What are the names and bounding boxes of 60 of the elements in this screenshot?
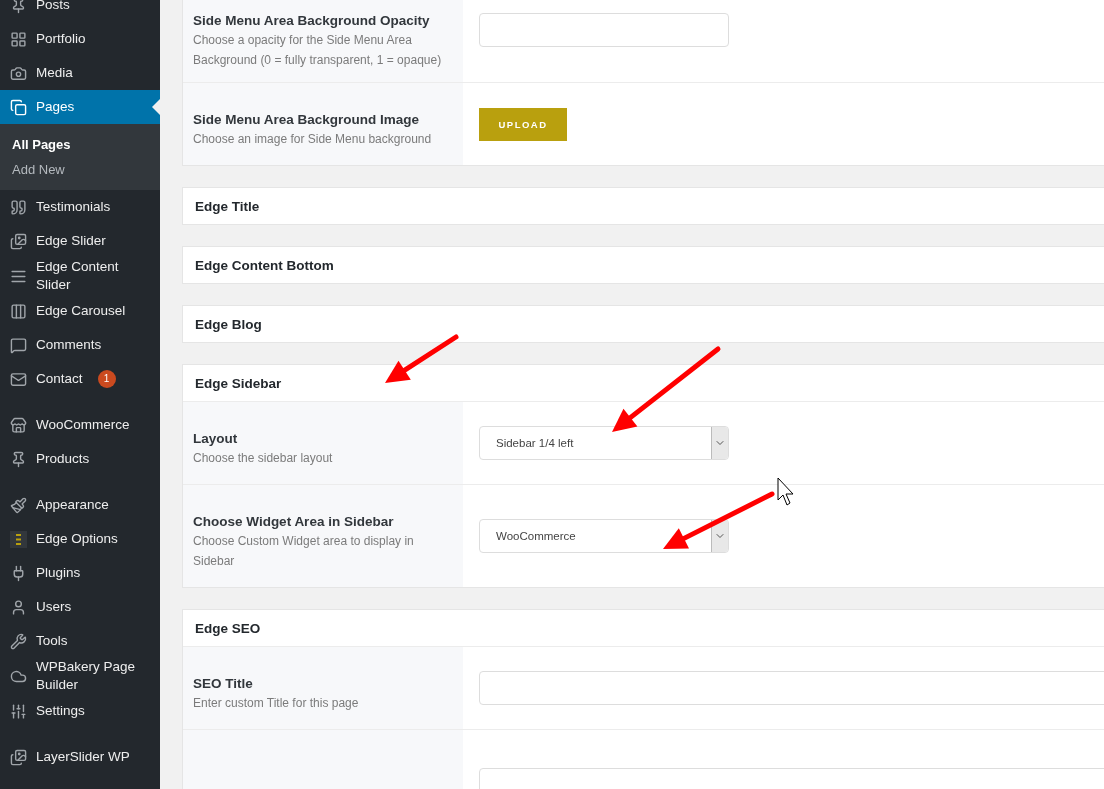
sidebar-item[interactable]: Pages xyxy=(0,90,160,124)
images-icon xyxy=(10,232,27,250)
sidebar-item[interactable]: LayerSlider WP xyxy=(0,740,160,774)
submenu-item[interactable]: Add New xyxy=(0,157,160,182)
submenu-item[interactable]: All Pages xyxy=(0,132,160,157)
option-title: Side Menu Area Background Opacity xyxy=(193,12,431,30)
grid-icon xyxy=(10,30,27,48)
sidebar-item[interactable]: Appearance xyxy=(0,488,160,522)
pin-icon xyxy=(10,0,27,14)
option-title: SEO Title xyxy=(193,675,254,693)
sliders-icon xyxy=(10,702,27,720)
sidebar-item[interactable]: Posts xyxy=(0,0,160,22)
text-input[interactable] xyxy=(479,671,1104,705)
sidebar-item[interactable]: Edge Content Slider xyxy=(0,258,160,294)
quote-icon xyxy=(10,198,27,216)
section-title[interactable]: Edge Blog xyxy=(183,306,1104,342)
options-icon xyxy=(10,530,27,548)
option-description: Choose a opacity for the Side Menu Area Background (0 = fully transparent, 1 = opaque) xyxy=(193,32,443,69)
pages-icon xyxy=(10,98,27,116)
sidebar-item[interactable]: WPBakery Page Builder xyxy=(0,658,160,694)
sidebar-item[interactable]: Products xyxy=(0,442,160,476)
section-title[interactable]: Edge Content Bottom xyxy=(183,247,1104,283)
option-description: Choose Custom Widget area to display in Sidebar xyxy=(193,533,415,570)
images-icon xyxy=(10,748,27,766)
select-field[interactable]: WooCommerce xyxy=(479,519,729,553)
count-badge: 1 xyxy=(97,370,116,388)
sidebar-item[interactable]: Testimonials xyxy=(0,190,160,224)
paintbrush-icon xyxy=(10,496,27,514)
section-title[interactable]: Edge Sidebar xyxy=(183,365,1104,401)
select-field[interactable]: Sidebar 1/4 left xyxy=(479,426,729,460)
sidebar-item[interactable]: Tools xyxy=(0,624,160,658)
section-title[interactable]: Edge Title xyxy=(183,188,1104,224)
sidebar-item[interactable]: Plugins xyxy=(0,556,160,590)
option-title: Layout xyxy=(193,430,239,448)
sidebar-item[interactable]: Media xyxy=(0,56,160,90)
sidebar-item[interactable]: WooCommerce xyxy=(0,408,160,442)
option-description: Choose an image for Side Menu background xyxy=(193,131,433,148)
sidebar-item[interactable]: Users xyxy=(0,590,160,624)
option-title: Side Menu Area Background Image xyxy=(193,111,421,129)
sidebar-item[interactable]: Portfolio xyxy=(0,22,160,56)
columns-icon xyxy=(10,302,27,320)
store-icon xyxy=(10,416,27,434)
mouse-cursor-icon xyxy=(777,477,794,506)
option-description: Enter custom Title for this page xyxy=(193,695,360,712)
option-description: Choose the sidebar layout xyxy=(193,450,334,467)
speech-bubble-icon xyxy=(10,336,27,354)
sidebar-item[interactable]: Comments xyxy=(0,328,160,362)
sidebar-item[interactable]: Edge Carousel xyxy=(0,294,160,328)
sidebar-item[interactable]: Edge Options xyxy=(0,522,160,556)
pin-icon xyxy=(10,450,27,468)
user-icon xyxy=(10,598,27,616)
envelope-icon xyxy=(10,370,27,388)
camera-icon xyxy=(10,64,27,82)
sidebar-item[interactable]: Contact 1 xyxy=(0,362,160,396)
sidebar-item[interactable]: Edge Slider xyxy=(0,224,160,258)
wrench-icon xyxy=(10,632,27,650)
text-input[interactable] xyxy=(479,13,729,47)
sidebar-item[interactable]: Settings xyxy=(0,694,160,728)
section-title[interactable]: Edge SEO xyxy=(183,610,1104,646)
option-title: Choose Widget Area in Sidebar xyxy=(193,513,395,531)
